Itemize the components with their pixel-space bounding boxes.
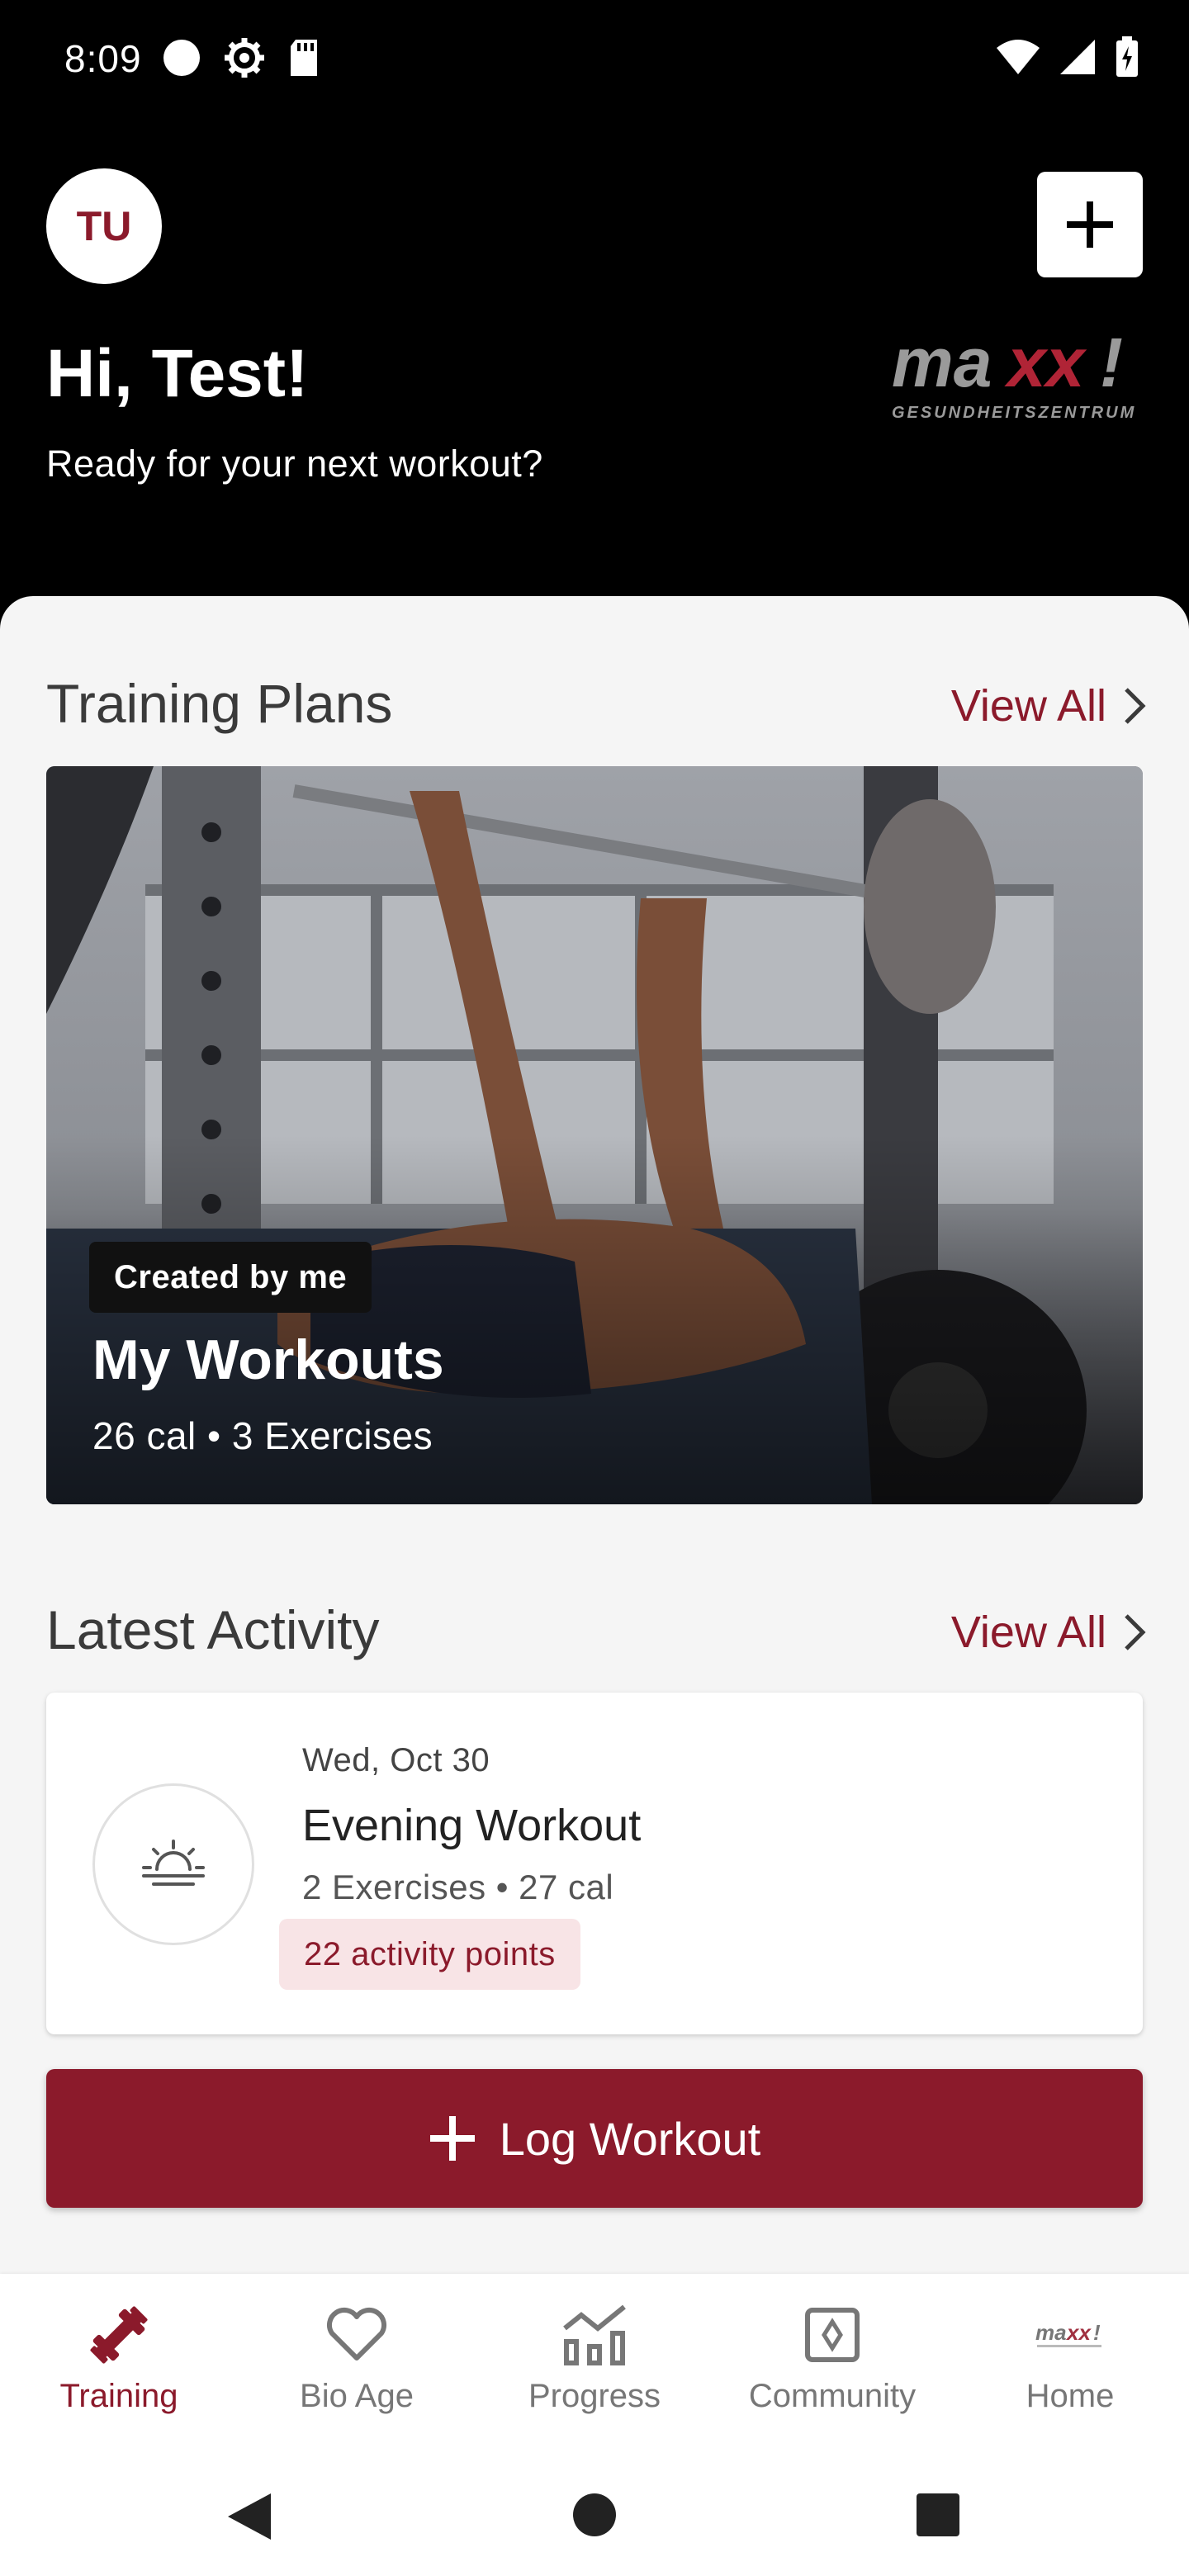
bottom-nav: Training Bio Age Progress Community ma x… <box>0 2274 1189 2457</box>
community-icon <box>798 2300 867 2370</box>
training-plans-title: Training Plans <box>46 673 393 734</box>
system-navigation-bar <box>0 2457 1189 2576</box>
svg-text:ma: ma <box>892 329 992 401</box>
activity-points-badge: 22 activity points <box>279 1919 580 1990</box>
activity-meta: 2 Exercises • 27 cal <box>302 1868 614 1906</box>
workout-photo <box>46 766 1143 1504</box>
notification-dot-icon <box>163 40 200 76</box>
back-icon[interactable] <box>223 2490 276 2543</box>
view-all-label: View All <box>950 1608 1106 1657</box>
nav-item-progress[interactable]: Progress <box>476 2274 713 2457</box>
status-icons-right <box>996 36 1139 78</box>
chart-icon <box>560 2300 629 2370</box>
nav-label: Training <box>59 2378 178 2414</box>
nav-item-community[interactable]: Community <box>713 2274 951 2457</box>
recents-square-icon[interactable] <box>915 2492 961 2538</box>
header: TU Hi, Test! Ready for your next workout… <box>0 122 1189 609</box>
nav-label: Community <box>748 2378 917 2414</box>
log-workout-label: Log Workout <box>499 2112 761 2165</box>
activity-card[interactable]: Wed, Oct 30 Evening Workout 2 Exercises … <box>46 1693 1143 2034</box>
svg-text:xx: xx <box>1065 2320 1092 2345</box>
nav-label: Home <box>1026 2378 1115 2414</box>
svg-text:!: ! <box>1093 2320 1101 2345</box>
plan-badge: Created by me <box>89 1242 372 1313</box>
svg-text:GESUNDHEITSZENTRUM: GESUNDHEITSZENTRUM <box>892 404 1136 422</box>
maxx-logo-icon: ma xx ! <box>1035 2300 1105 2370</box>
view-all-label: View All <box>950 681 1106 731</box>
cellular-signal-icon <box>1060 40 1095 74</box>
chevron-right-icon <box>1125 1614 1146 1650</box>
plan-title: My Workouts <box>92 1328 444 1391</box>
latest-activity-title: Latest Activity <box>46 1599 380 1660</box>
training-plans-view-all[interactable]: View All <box>951 680 1146 732</box>
svg-text:!: ! <box>1100 329 1123 401</box>
nav-item-training[interactable]: Training <box>0 2274 238 2457</box>
maxx-logo: ma xx ! GESUNDHEITSZENTRUM <box>892 329 1136 422</box>
chevron-right-icon <box>1125 688 1146 724</box>
sunset-icon <box>142 1840 205 1886</box>
nav-item-home[interactable]: ma xx ! Home <box>951 2274 1189 2457</box>
activity-date: Wed, Oct 30 <box>302 1742 490 1778</box>
training-plan-card[interactable]: Created by me My Workouts 26 cal • 3 Exe… <box>46 766 1143 1504</box>
plus-icon <box>429 2116 475 2161</box>
plus-icon <box>1067 201 1113 248</box>
log-workout-button[interactable]: Log Workout <box>46 2069 1143 2208</box>
status-icons-left <box>162 36 320 79</box>
activity-title: Evening Workout <box>302 1801 642 1850</box>
latest-activity-view-all[interactable]: View All <box>951 1607 1146 1658</box>
add-button[interactable] <box>1037 172 1143 277</box>
svg-text:ma: ma <box>1035 2320 1067 2345</box>
status-time: 8:09 <box>64 37 142 80</box>
nav-item-bio-age[interactable]: Bio Age <box>238 2274 476 2457</box>
svg-text:xx: xx <box>1004 329 1087 401</box>
plan-meta: 26 cal • 3 Exercises <box>92 1414 433 1457</box>
sd-card-icon <box>291 40 317 76</box>
home-circle-icon[interactable] <box>571 2492 618 2538</box>
greeting-subtitle: Ready for your next workout? <box>46 443 543 485</box>
wifi-icon <box>997 40 1040 74</box>
dumbbell-icon <box>84 2300 154 2370</box>
activity-icon-circle <box>92 1783 254 1945</box>
nav-label: Progress <box>528 2378 661 2414</box>
settings-gear-icon <box>225 38 264 78</box>
nav-label: Bio Age <box>300 2378 414 2414</box>
avatar[interactable]: TU <box>46 168 162 284</box>
battery-charging-icon <box>1116 36 1138 77</box>
greeting: Hi, Test! <box>46 336 309 411</box>
status-bar: 8:09 <box>0 0 1189 122</box>
heart-icon <box>322 2300 391 2370</box>
